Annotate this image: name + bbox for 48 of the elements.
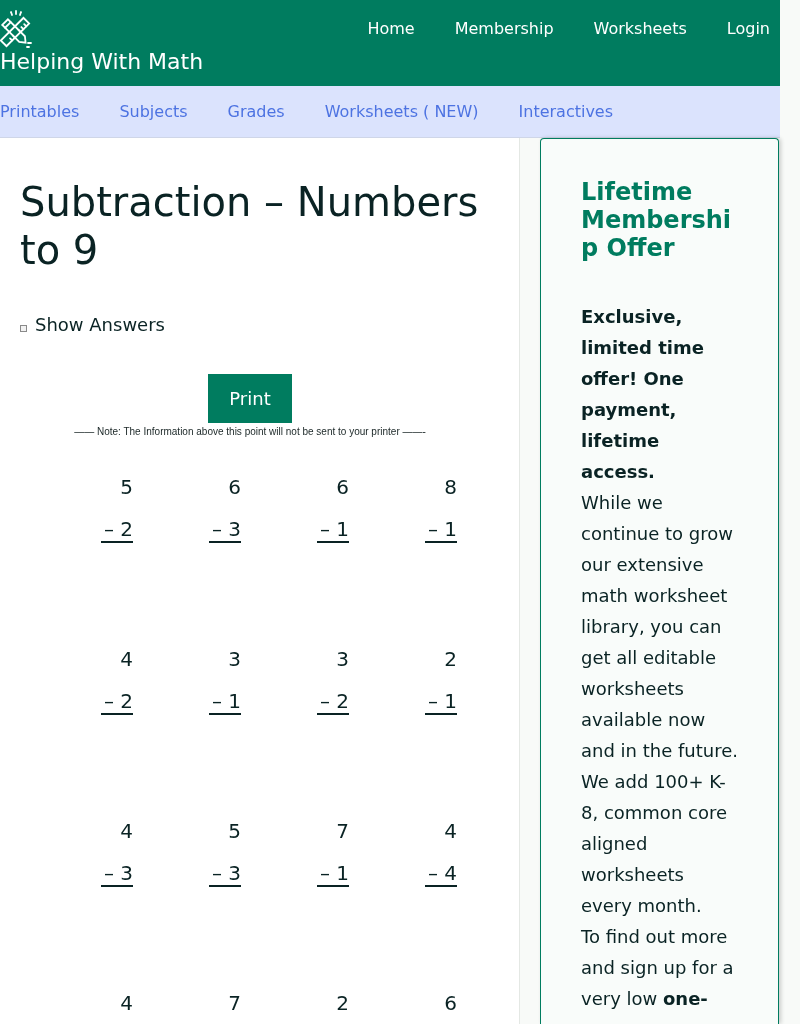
nav-link[interactable]: Membership [454,17,554,41]
problem-top-number: 4 [443,819,457,843]
problem-top-number: 3 [227,647,241,671]
subnav-link[interactable]: Worksheets ( NEW) [324,99,479,124]
problem-top-number: 2 [335,991,349,1015]
problem-bottom-number: – 3 [209,861,241,887]
offer-text: While we continue to grow our extensive math worksheet library, you can get all editable worksheets available now and in the future. We add 100+ K-8, common core aligned worksheets every month. [581,491,739,918]
problem-bottom-number: – 1 [425,517,457,543]
problem-bottom-number: – 1 [425,689,457,715]
print-button[interactable]: Print [208,374,292,423]
problem-top-number: 6 [335,475,349,499]
nav-link[interactable]: Home [367,17,415,41]
subnav-link[interactable]: Grades [227,99,285,124]
page-title: Subtraction – Numbers to 9 [20,178,480,274]
problem-bottom-number: – 1 [317,861,349,887]
site-name[interactable]: Helping With Math [0,49,204,75]
ruler-pencil-icon [0,10,32,48]
problem-top-number: 7 [335,819,349,843]
problem-top-number: 4 [119,819,133,843]
problem-bottom-number: – 1 [209,689,241,715]
problem-top-number: 7 [227,991,241,1015]
problem-bottom-number: – 3 [101,861,133,887]
problem-top-number: 4 [119,647,133,671]
problem-top-number: 8 [443,475,457,499]
problem-bottom-number: – 1 [317,517,349,543]
offer-lead: Exclusive, limited time offer! One payment, lifetime access. [581,305,705,484]
problem-top-number: 6 [227,475,241,499]
offer-title: Lifetime Membership Offer [581,178,733,262]
subnav-link[interactable]: Printables [0,99,80,124]
problem-top-number: 5 [227,819,241,843]
problem-bottom-number: – 3 [209,517,241,543]
subnav-link[interactable]: Subjects [119,99,188,124]
problem-top-number: 3 [335,647,349,671]
problem-top-number: 5 [119,475,133,499]
show-answers-label[interactable]: Show Answers [35,313,165,337]
print-note: —— Note: The Information above this point will not be sent to your printer ——- [74,426,426,438]
problem-bottom-number: – 2 [317,689,349,715]
offer-text: To find out more and sign up for a very low one- [581,925,735,1011]
problem-bottom-number: – 4 [425,861,457,887]
problem-top-number: 4 [119,991,133,1015]
nav-link[interactable]: Login [726,17,770,41]
problem-bottom-number: – 2 [101,517,133,543]
nav-link[interactable]: Worksheets [593,17,687,41]
problem-top-number: 2 [443,647,457,671]
problem-bottom-number: – 2 [101,689,133,715]
problem-top-number: 6 [443,991,457,1015]
subnav-link[interactable]: Interactives [518,99,614,124]
show-answers-checkbox[interactable] [20,325,27,332]
